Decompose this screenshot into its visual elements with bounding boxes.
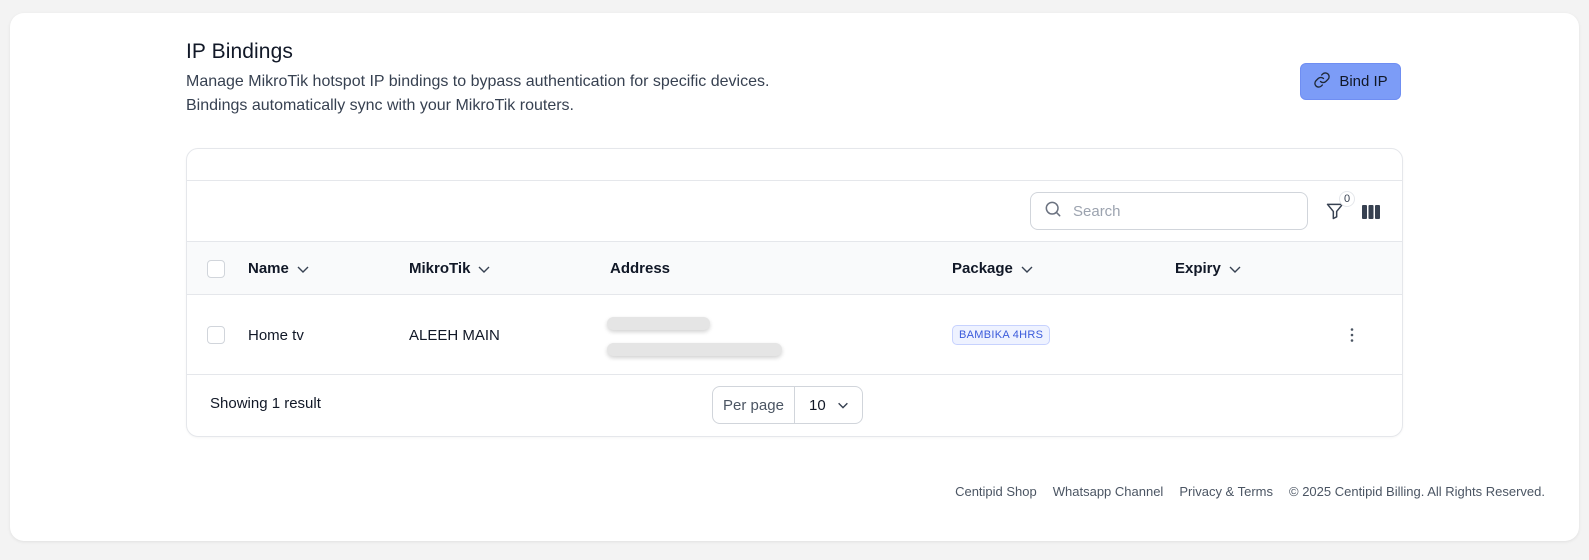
footer-link-centipid-shop[interactable]: Centipid Shop: [955, 484, 1037, 499]
row-select-cell: [207, 295, 225, 375]
bind-ip-button[interactable]: Bind IP: [1300, 63, 1401, 100]
cell-mikrotik: ALEEH MAIN: [409, 326, 500, 344]
chevron-down-icon: [1021, 266, 1033, 273]
per-page-select[interactable]: 10: [795, 387, 862, 423]
footer-link-whatsapp-channel[interactable]: Whatsapp Channel: [1053, 484, 1164, 499]
more-vertical-icon[interactable]: [1342, 325, 1362, 345]
table-footer: Showing 1 result Per page 10: [187, 375, 1402, 435]
per-page-control: Per page 10: [712, 386, 863, 424]
bind-ip-label: Bind IP: [1339, 73, 1388, 90]
row-checkbox[interactable]: [207, 326, 225, 344]
column-header-package[interactable]: Package: [952, 242, 1035, 295]
column-header-expiry[interactable]: Expiry: [1175, 242, 1243, 295]
table-row[interactable]: Home tv ALEEH MAIN BAMBIKA 4HRS: [187, 295, 1402, 375]
column-header-mikrotik[interactable]: MikroTik: [409, 242, 492, 295]
results-count: Showing 1 result: [210, 395, 321, 412]
cell-package: BAMBIKA 4HRS: [952, 295, 1051, 375]
per-page-value: 10: [809, 396, 826, 414]
redaction-mark: [607, 343, 782, 356]
column-address-label: Address: [610, 260, 671, 277]
chevron-down-icon: [297, 266, 309, 273]
column-header-name[interactable]: Name: [248, 242, 311, 295]
package-badge: BAMBIKA 4HRS: [952, 325, 1051, 345]
table-top-strip: [187, 149, 1402, 181]
cell-address-redacted: [605, 295, 795, 375]
column-package-label: Package: [952, 260, 1013, 277]
chevron-down-icon: [478, 266, 490, 273]
link-icon: [1313, 71, 1331, 93]
column-header-address: Address: [610, 242, 670, 295]
search-icon: [1043, 199, 1063, 224]
copyright-text: © 2025 Centipid Billing. All Rights Rese…: [1289, 484, 1545, 499]
column-expiry-label: Expiry: [1175, 260, 1221, 277]
select-all-checkbox[interactable]: [207, 259, 225, 278]
cell-name: Home tv: [248, 326, 304, 344]
footer-link-privacy-terms[interactable]: Privacy & Terms: [1179, 484, 1273, 499]
filter-count-badge: 0: [1339, 191, 1355, 207]
column-mikrotik-label: MikroTik: [409, 260, 471, 277]
redaction-mark: [607, 317, 710, 330]
table-toolbar: 0: [187, 181, 1402, 242]
table-header: Name MikroTik Address Package Expiry: [187, 242, 1402, 295]
chevron-down-icon: [838, 402, 848, 409]
description-line-2: Bindings automatically sync with your Mi…: [186, 97, 574, 114]
select-all-cell: [207, 242, 225, 295]
search-input[interactable]: [1073, 202, 1273, 220]
chevron-down-icon: [1229, 266, 1241, 273]
site-footer: Centipid Shop Whatsapp Channel Privacy &…: [955, 484, 1545, 499]
row-actions[interactable]: [1342, 295, 1362, 375]
page-header: IP Bindings Manage MikroTik hotspot IP b…: [186, 40, 1401, 118]
column-name-label: Name: [248, 260, 289, 277]
description-line-1: Manage MikroTik hotspot IP bindings to b…: [186, 73, 770, 90]
per-page-label: Per page: [713, 387, 795, 423]
page-description: Manage MikroTik hotspot IP bindings to b…: [186, 70, 1401, 118]
page-title: IP Bindings: [186, 40, 293, 63]
bindings-table-card: 0 Name MikroTik Address Package: [186, 148, 1403, 437]
columns-toggle-icon[interactable]: [1360, 201, 1382, 223]
search-box[interactable]: [1030, 192, 1308, 230]
